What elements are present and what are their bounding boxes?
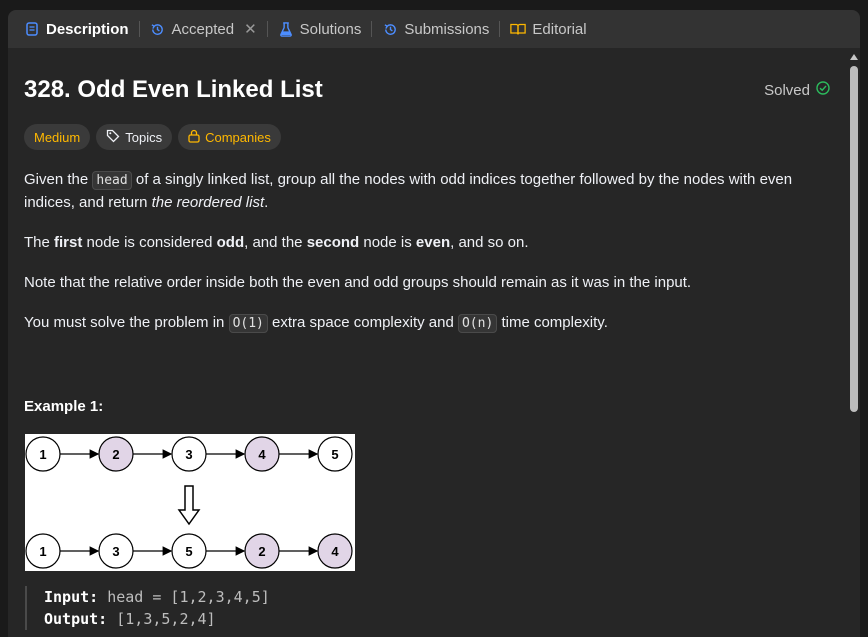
problem-description: Given the head of a singly linked list, … — [24, 169, 834, 353]
example-io: Input: head = [1,2,3,4,5] Output: [1,3,5… — [25, 586, 270, 630]
scrollbar-thumb[interactable] — [850, 66, 858, 412]
input-list-node-value: 4 — [258, 447, 266, 462]
inline-code: head — [92, 171, 132, 190]
example-title: Example 1: — [24, 398, 104, 415]
tab-bar: Description Accepted ✕ Solutions Submiss… — [8, 10, 860, 48]
tab-submissions[interactable]: Submissions — [378, 10, 493, 48]
close-icon[interactable]: ✕ — [244, 20, 257, 38]
companies-label: Companies — [205, 129, 271, 145]
tab-accepted-label: Accepted — [171, 20, 235, 38]
solved-status: Solved — [764, 81, 830, 99]
tab-editorial-label: Editorial — [532, 20, 587, 38]
history-icon — [382, 21, 398, 37]
output-list-node-value: 5 — [185, 544, 192, 559]
output-list-node-value: 2 — [258, 544, 265, 559]
down-arrow-icon — [177, 485, 201, 526]
example-output: Output: [1,3,5,2,4] — [44, 610, 216, 628]
tab-solutions[interactable]: Solutions — [274, 10, 366, 48]
problem-tags: Medium Topics Companies — [24, 124, 281, 150]
tab-divider — [138, 21, 140, 37]
lock-icon — [188, 129, 200, 146]
check-circle-icon — [816, 81, 830, 99]
tab-accepted[interactable]: Accepted ✕ — [146, 10, 261, 48]
document-icon — [24, 21, 40, 37]
difficulty-badge: Medium — [24, 124, 91, 150]
topics-label: Topics — [125, 129, 163, 145]
flask-icon — [278, 21, 294, 37]
input-list-node-value: 3 — [185, 447, 192, 462]
tab-divider — [371, 21, 373, 37]
tab-divider — [266, 21, 268, 37]
description-paragraph: The first node is considered odd, and th… — [24, 234, 529, 251]
tag-icon — [106, 129, 120, 146]
tab-description[interactable]: Description — [20, 10, 133, 48]
tab-editorial[interactable]: Editorial — [506, 10, 590, 48]
companies-button[interactable]: Companies — [178, 124, 281, 150]
description-paragraph: Given the head of a singly linked list, … — [24, 171, 793, 211]
description-paragraph: Note that the relative order inside both… — [24, 274, 692, 291]
tab-description-label: Description — [46, 20, 129, 38]
example-input: Input: head = [1,2,3,4,5] — [44, 588, 270, 606]
problem-title[interactable]: 328. Odd Even Linked List — [24, 76, 323, 104]
scrollbar[interactable] — [848, 48, 860, 637]
topics-button[interactable]: Topics — [96, 124, 173, 150]
tab-divider — [499, 21, 501, 37]
solved-label: Solved — [764, 81, 810, 99]
description-paragraph: You must solve the problem in O(1) extra… — [24, 314, 608, 333]
linked-list-svg: 1 2 3 4 5 1 3 5 2 4 — [25, 436, 353, 569]
output-list-node-value: 1 — [39, 544, 46, 559]
inline-code: O(1) — [228, 314, 268, 333]
description-panel: 328. Odd Even Linked List Solved Medium … — [8, 48, 860, 637]
input-list-node-value: 2 — [112, 447, 119, 462]
book-icon — [510, 21, 527, 37]
linked-list-diagram: 1 2 3 4 5 1 3 5 2 4 — [25, 434, 355, 571]
scroll-up-arrow-icon[interactable] — [850, 54, 858, 60]
output-list-node-value: 3 — [112, 544, 119, 559]
tab-solutions-label: Solutions — [299, 20, 362, 38]
history-icon — [150, 21, 166, 37]
inline-code: O(n) — [457, 314, 498, 333]
output-list-node-value: 4 — [331, 544, 339, 559]
input-list-node-value: 1 — [39, 447, 46, 462]
tab-submissions-label: Submissions — [404, 20, 490, 38]
input-list-node-value: 5 — [331, 447, 338, 462]
